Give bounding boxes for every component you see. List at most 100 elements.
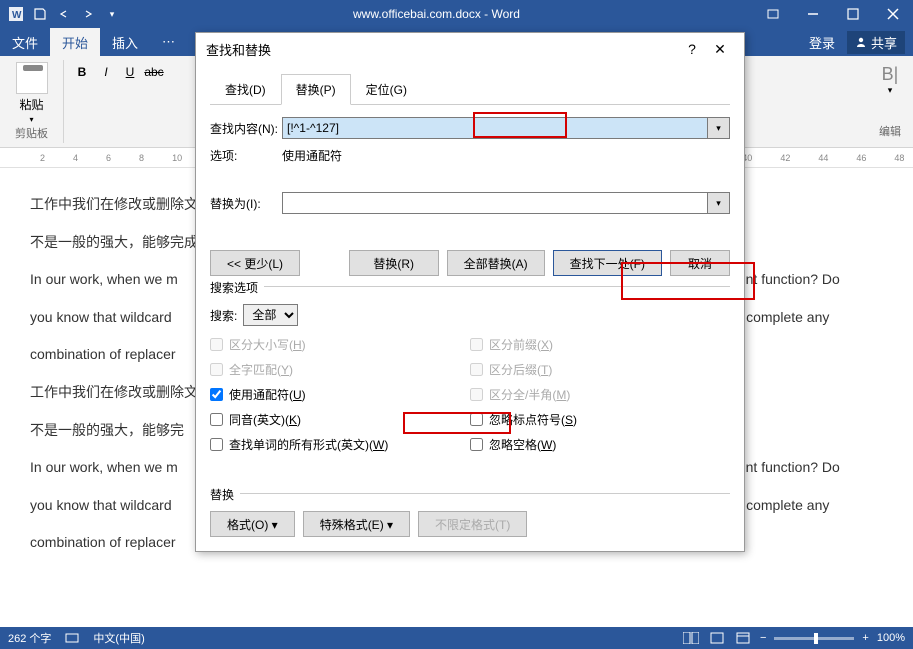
checkbox [210, 363, 223, 376]
share-label: 共享 [871, 33, 897, 52]
underline-button[interactable]: U [120, 62, 140, 82]
bold-button[interactable]: B [72, 62, 92, 82]
dialog-close-button[interactable]: ✕ [706, 35, 734, 63]
strike-button[interactable]: abc [144, 62, 164, 82]
check-label: 使用通配符(U) [229, 386, 306, 403]
check-right-0: 区分前缀(X) [470, 336, 730, 353]
redo-icon[interactable] [80, 6, 96, 22]
tab-goto[interactable]: 定位(G) [351, 74, 422, 105]
zoom-level[interactable]: 100% [877, 632, 905, 644]
qat-dropdown-icon[interactable]: ▾ [104, 6, 120, 22]
paste-button[interactable]: 粘贴 ▾ [8, 62, 55, 124]
maximize-button[interactable] [833, 0, 873, 28]
options-label: 选项: [210, 147, 282, 164]
language[interactable]: 中文(中国) [93, 630, 144, 646]
replace-button[interactable]: 替换(R) [349, 250, 439, 276]
zoom-out[interactable]: − [760, 632, 766, 644]
noformat-button: 不限定格式(T) [418, 511, 527, 537]
check-left-2[interactable]: 使用通配符(U) [210, 386, 470, 403]
cancel-button[interactable]: 取消 [670, 250, 730, 276]
save-icon[interactable] [32, 6, 48, 22]
check-label: 区分后缀(T) [489, 361, 552, 378]
check-label: 区分全/半角(M) [489, 386, 570, 403]
tab-file[interactable]: 文件 [0, 28, 50, 56]
dialog-titlebar[interactable]: 查找和替换 ? ✕ [196, 33, 744, 65]
tab-insert[interactable]: 插入 [100, 28, 150, 56]
search-dir-label: 搜索: [210, 307, 237, 324]
format-button[interactable]: 格式(O) ▾ [210, 511, 295, 537]
checkbox [470, 363, 483, 376]
search-direction-select[interactable]: 全部 [243, 304, 298, 326]
check-label: 查找单词的所有形式(英文)(W) [229, 436, 388, 453]
italic-button[interactable]: I [96, 62, 116, 82]
word-icon: W [8, 6, 24, 22]
spellcheck-icon[interactable] [63, 629, 81, 647]
clipboard-icon [16, 62, 48, 94]
zoom-slider[interactable] [774, 637, 854, 640]
minimize-button[interactable] [793, 0, 833, 28]
clipboard-group-label: 剪贴板 [8, 125, 55, 141]
check-right-2: 区分全/半角(M) [470, 386, 730, 403]
replace-dropdown[interactable]: ▾ [708, 192, 730, 214]
check-right-4[interactable]: 忽略空格(W) [470, 436, 730, 453]
less-button[interactable]: << 更少(L) [210, 250, 300, 276]
find-replace-dialog: 查找和替换 ? ✕ 查找(D) 替换(P) 定位(G) 查找内容(N): ▾ 选… [195, 32, 745, 552]
check-label: 忽略空格(W) [489, 436, 556, 453]
checkbox [470, 338, 483, 351]
tab-home[interactable]: 开始 [50, 28, 100, 56]
check-right-1: 区分后缀(T) [470, 361, 730, 378]
share-icon [855, 36, 867, 48]
check-label: 区分大小写(H) [229, 336, 306, 353]
check-left-1: 全字匹配(Y) [210, 361, 470, 378]
statusbar: 262 个字 中文(中国) − + 100% [0, 627, 913, 649]
svg-text:W: W [12, 10, 22, 21]
window-title: www.officebai.com.docx - Word [120, 7, 753, 21]
options-value: 使用通配符 [282, 147, 342, 164]
weblayout-icon[interactable] [734, 629, 752, 647]
ribbon-options-icon[interactable] [753, 0, 793, 28]
edit-group: B| ▾ 编辑 [867, 60, 913, 143]
check-label: 忽略标点符号(S) [489, 411, 577, 428]
checkbox[interactable] [210, 388, 223, 401]
replace-label: 替换为(I): [210, 195, 282, 212]
dialog-title: 查找和替换 [206, 40, 678, 59]
replace-input[interactable] [282, 192, 708, 214]
word-count[interactable]: 262 个字 [8, 630, 51, 646]
share-button[interactable]: 共享 [847, 31, 905, 54]
printlayout-icon[interactable] [708, 629, 726, 647]
check-left-4[interactable]: 查找单词的所有形式(英文)(W) [210, 436, 470, 453]
special-button[interactable]: 特殊格式(E) ▾ [303, 511, 410, 537]
check-right-3[interactable]: 忽略标点符号(S) [470, 411, 730, 428]
find-input[interactable] [282, 117, 708, 139]
checkbox[interactable] [470, 438, 483, 451]
search-options-label: 搜索选项 [210, 279, 264, 296]
zoom-in[interactable]: + [862, 632, 868, 644]
checkbox[interactable] [210, 413, 223, 426]
check-label: 区分前缀(X) [489, 336, 553, 353]
dialog-tabs: 查找(D) 替换(P) 定位(G) [210, 73, 730, 105]
check-left-0: 区分大小写(H) [210, 336, 470, 353]
find-label: 查找内容(N): [210, 120, 282, 137]
styles-placeholder: B| [882, 64, 899, 85]
tab-find[interactable]: 查找(D) [210, 74, 281, 105]
undo-icon[interactable] [56, 6, 72, 22]
find-dropdown[interactable]: ▾ [708, 117, 730, 139]
paste-label: 粘贴 [19, 96, 43, 113]
dialog-help-button[interactable]: ? [678, 35, 706, 63]
replace-all-button[interactable]: 全部替换(A) [447, 250, 545, 276]
tab-replace[interactable]: 替换(P) [281, 74, 351, 105]
checkbox[interactable] [470, 413, 483, 426]
edit-group-label: 编辑 [879, 123, 901, 139]
close-button[interactable] [873, 0, 913, 28]
login-link[interactable]: 登录 [809, 33, 835, 52]
replace-section-label: 替换 [210, 486, 240, 503]
checkbox [470, 388, 483, 401]
checkbox[interactable] [210, 438, 223, 451]
readmode-icon[interactable] [682, 629, 700, 647]
find-next-button[interactable]: 查找下一处(F) [553, 250, 662, 276]
check-label: 全字匹配(Y) [229, 361, 293, 378]
checkbox [210, 338, 223, 351]
check-left-3[interactable]: 同音(英文)(K) [210, 411, 470, 428]
titlebar: W ▾ www.officebai.com.docx - Word [0, 0, 913, 28]
check-label: 同音(英文)(K) [229, 411, 301, 428]
